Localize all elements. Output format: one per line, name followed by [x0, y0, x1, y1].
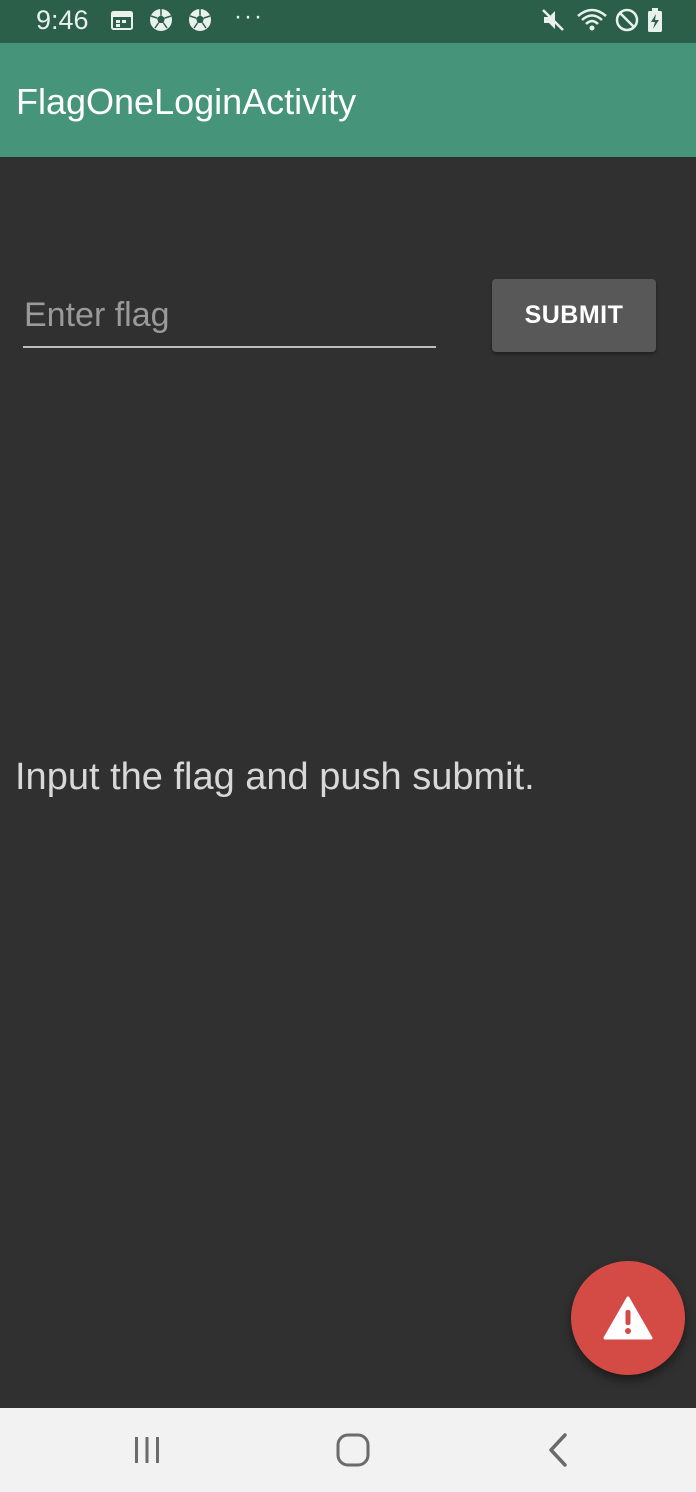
wifi-icon — [577, 8, 607, 31]
navigation-bar — [0, 1408, 696, 1492]
home-icon — [336, 1433, 370, 1467]
back-button[interactable] — [529, 1426, 589, 1474]
instruction-text: Input the flag and push submit. — [15, 756, 535, 798]
calendar-icon — [111, 11, 133, 30]
recents-icon — [135, 1437, 159, 1463]
soccer-ball-icon — [150, 9, 172, 31]
app-title: FlagOneLoginActivity — [16, 81, 357, 122]
battery-charging-icon — [648, 8, 662, 32]
flag-input-container — [23, 290, 436, 348]
soccer-ball-icon — [189, 9, 211, 31]
do-not-disturb-icon — [615, 8, 639, 32]
status-bar: 9:46 ··· — [0, 0, 696, 43]
app-bar: FlagOneLoginActivity — [0, 43, 696, 157]
flag-input[interactable] — [23, 290, 436, 346]
warning-fab-button[interactable] — [571, 1261, 685, 1375]
warning-icon — [603, 1296, 653, 1340]
recents-button[interactable] — [117, 1426, 177, 1474]
mute-icon — [542, 9, 564, 31]
status-time: 9:46 — [36, 5, 89, 35]
home-button[interactable] — [323, 1426, 383, 1474]
back-icon — [549, 1433, 567, 1467]
more-dots-icon: ··· — [234, 3, 264, 30]
submit-button[interactable]: SUBMIT — [492, 279, 656, 352]
app-screen: 9:46 ··· FlagOneLoginActivity Enter flag… — [0, 0, 696, 1492]
